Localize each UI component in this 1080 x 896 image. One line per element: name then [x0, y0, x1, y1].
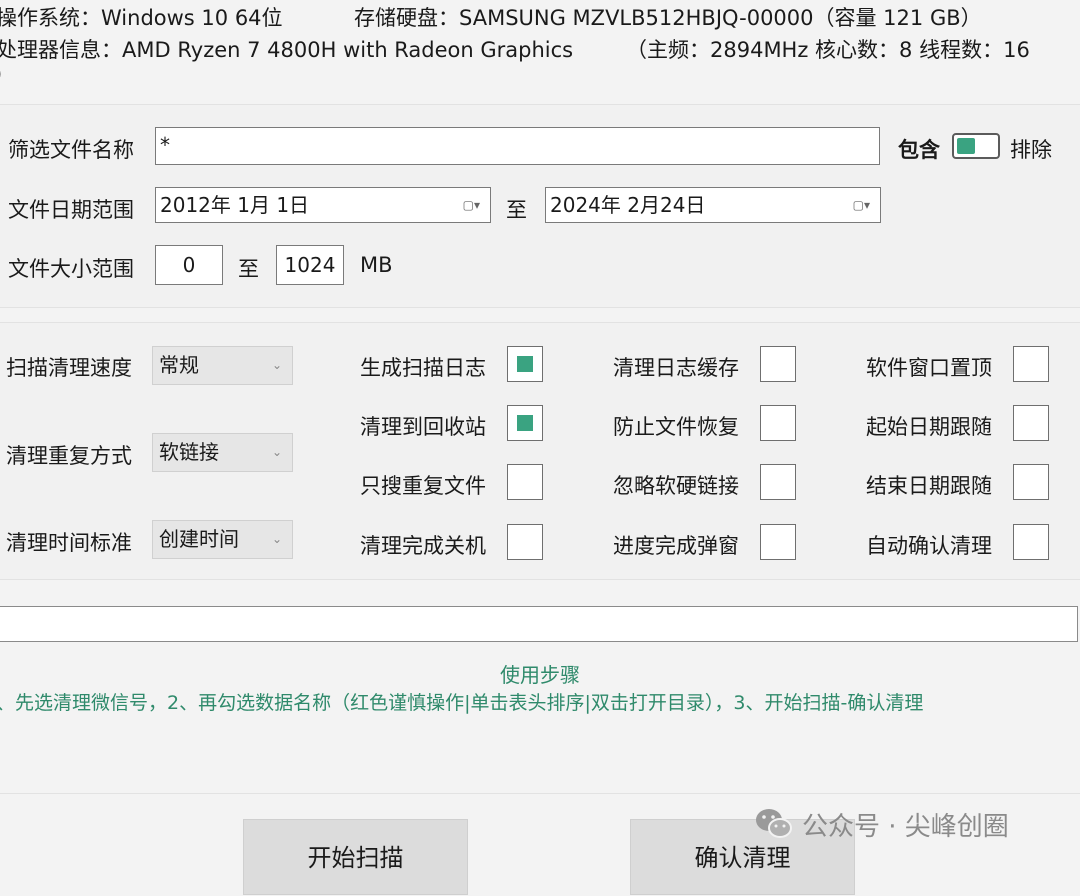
time-standard-select[interactable]: 创建时间 ⌄ [152, 520, 293, 559]
exclude-label: 排除 [1010, 138, 1052, 162]
check-mark [517, 356, 533, 372]
checkbox-end-date-follow[interactable] [1013, 464, 1049, 500]
cpu-info: 处理器信息：AMD Ryzen 7 4800H with Radeon Grap… [0, 34, 573, 64]
time-standard-label: 清理时间标准 [6, 531, 132, 555]
watermark-text: 公众号 · 尖峰创圈 [802, 812, 1009, 842]
disk-info: 存储硬盘：SAMSUNG MZVLB512HBJQ-00000（容量 121 G… [354, 2, 982, 32]
size-range-label: 文件大小范围 [8, 257, 134, 281]
toggle-knob [957, 138, 975, 154]
chevron-down-icon: ⌄ [271, 532, 282, 546]
checkbox-popup-on-finish[interactable] [760, 524, 796, 560]
checkbox-start-date-follow[interactable] [1013, 405, 1049, 441]
check-label-only-duplicates: 只搜重复文件 [360, 474, 486, 498]
os-info: 操作系统：Windows 10 64位 [0, 2, 283, 32]
checkbox-to-recycle-bin[interactable] [507, 405, 543, 441]
steps-title: 使用步骤 [500, 663, 580, 687]
check-label-scan-log: 生成扫描日志 [360, 356, 486, 380]
checkbox-auto-confirm[interactable] [1013, 524, 1049, 560]
size-to-input[interactable]: 1024 [276, 245, 344, 285]
check-label-popup-on-finish: 进度完成弹窗 [613, 534, 739, 558]
include-exclude-toggle[interactable] [952, 133, 1000, 159]
calendar-dropdown-icon[interactable]: ▢▾ [853, 188, 870, 222]
disk-label: 存储硬盘： [354, 6, 459, 30]
start-scan-button[interactable]: 开始扫描 [243, 819, 468, 895]
checkbox-shutdown-on-finish[interactable] [507, 524, 543, 560]
check-label-auto-confirm: 自动确认清理 [866, 534, 992, 558]
checkbox-prevent-recovery[interactable] [760, 405, 796, 441]
date-from-value: 2012年 1月 1日 [160, 193, 310, 217]
steps-text: 、先选清理微信号，2、再勾选数据名称（红色谨慎操作|单击表头排序|双击打开目录）… [0, 692, 924, 714]
checkbox-scan-log[interactable] [507, 346, 543, 382]
check-label-ignore-links: 忽略软硬链接 [613, 474, 739, 498]
size-from-input[interactable]: 0 [155, 245, 223, 285]
size-unit: MB [360, 253, 393, 277]
date-to-separator: 至 [506, 198, 527, 222]
name-filter-input[interactable]: * [155, 127, 880, 165]
name-filter-label: 筛选文件名称 [8, 138, 134, 162]
cpu-tail: ) [0, 62, 2, 86]
wechat-icon [754, 806, 794, 842]
checkbox-only-duplicates[interactable] [507, 464, 543, 500]
check-label-prevent-recovery: 防止文件恢复 [613, 415, 739, 439]
speed-value: 常规 [159, 353, 199, 377]
calendar-dropdown-icon[interactable]: ▢▾ [463, 188, 480, 222]
date-to-value: 2024年 2月24日 [550, 193, 706, 217]
checkbox-window-on-top[interactable] [1013, 346, 1049, 382]
bottom-divider [0, 793, 1080, 794]
date-to-picker[interactable]: 2024年 2月24日 ▢▾ [545, 187, 881, 223]
check-label-shutdown-on-finish: 清理完成关机 [360, 534, 486, 558]
dup-mode-label: 清理重复方式 [6, 444, 132, 468]
speed-label: 扫描清理速度 [6, 356, 132, 380]
speed-select[interactable]: 常规 ⌄ [152, 346, 293, 385]
os-label: 操作系统： [0, 6, 101, 30]
size-separator: 至 [238, 257, 259, 281]
check-label-end-date-follow: 结束日期跟随 [866, 474, 992, 498]
disk-value: SAMSUNG MZVLB512HBJQ-00000（容量 121 GB） [459, 6, 982, 30]
date-from-picker[interactable]: 2012年 1月 1日 ▢▾ [155, 187, 491, 223]
time-standard-value: 创建时间 [159, 527, 239, 551]
cpu-extra: （主频：2894MHz 核心数：8 线程数：16 [626, 38, 1030, 62]
date-range-label: 文件日期范围 [8, 198, 134, 222]
chevron-down-icon: ⌄ [271, 358, 282, 372]
cpu-value: AMD Ryzen 7 4800H with Radeon Graphics [122, 38, 574, 62]
check-label-start-date-follow: 起始日期跟随 [866, 415, 992, 439]
check-label-clear-log-cache: 清理日志缓存 [613, 356, 739, 380]
include-label: 包含 [898, 138, 940, 162]
check-label-window-on-top: 软件窗口置顶 [866, 356, 992, 380]
checkbox-clear-log-cache[interactable] [760, 346, 796, 382]
checkbox-ignore-links[interactable] [760, 464, 796, 500]
dup-mode-value: 软链接 [159, 440, 219, 464]
check-label-to-recycle-bin: 清理到回收站 [360, 415, 486, 439]
progress-bar [0, 606, 1078, 642]
chevron-down-icon: ⌄ [271, 445, 282, 459]
os-value: Windows 10 64位 [101, 6, 283, 30]
cpu-label: 处理器信息： [0, 38, 122, 62]
check-mark [517, 415, 533, 431]
dup-mode-select[interactable]: 软链接 ⌄ [152, 433, 293, 472]
